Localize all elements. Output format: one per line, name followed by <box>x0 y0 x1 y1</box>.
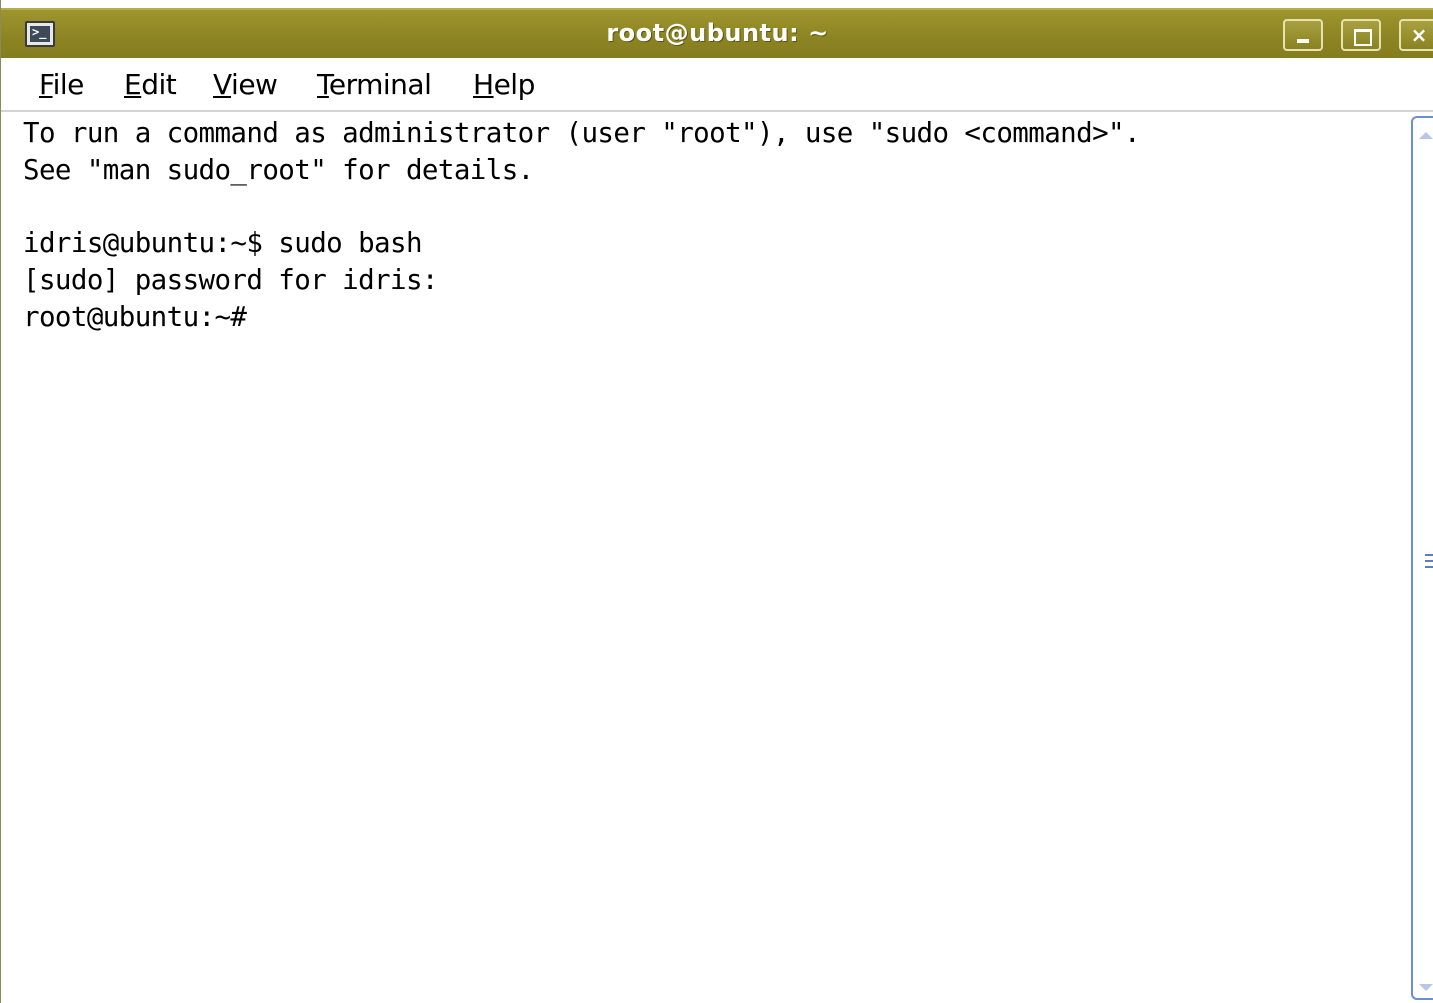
terminal-window: >_ root@ubuntu: ~ × File Edit View Termi… <box>0 0 1433 1003</box>
menu-terminal[interactable]: Terminal <box>317 68 432 101</box>
vertical-scrollbar[interactable] <box>1409 112 1433 1003</box>
terminal-line: To run a command as administrator (user … <box>23 117 1141 149</box>
scrollbar-thumb[interactable] <box>1411 116 1433 1000</box>
terminal-line: [sudo] password for idris: <box>23 264 438 296</box>
menu-view[interactable]: View <box>213 68 278 101</box>
maximize-button[interactable] <box>1341 19 1381 51</box>
terminal-line: idris@ubuntu:~$ sudo bash <box>23 227 423 259</box>
menu-edit[interactable]: Edit <box>124 68 177 101</box>
terminal-output[interactable]: To run a command as administrator (user … <box>1 112 1409 1003</box>
close-button[interactable]: × <box>1399 19 1433 51</box>
menu-help[interactable]: Help <box>473 68 535 101</box>
menu-bar: File Edit View Terminal Help <box>1 58 1433 112</box>
window-title: root@ubuntu: ~ <box>606 19 829 47</box>
scroll-up-arrow-icon[interactable] <box>1419 132 1433 139</box>
menu-file[interactable]: File <box>39 68 84 101</box>
minimize-icon <box>1297 39 1309 43</box>
terminal-line: See "man sudo_root" for details. <box>23 154 534 186</box>
scroll-grip-icon <box>1425 554 1433 568</box>
close-icon: × <box>1410 23 1428 47</box>
maximize-icon <box>1354 29 1372 46</box>
terminal-prompt-line: root@ubuntu:~# <box>23 301 247 333</box>
title-bar[interactable]: >_ root@ubuntu: ~ × <box>1 8 1433 58</box>
scroll-down-arrow-icon[interactable] <box>1419 984 1433 991</box>
minimize-button[interactable] <box>1283 19 1323 51</box>
